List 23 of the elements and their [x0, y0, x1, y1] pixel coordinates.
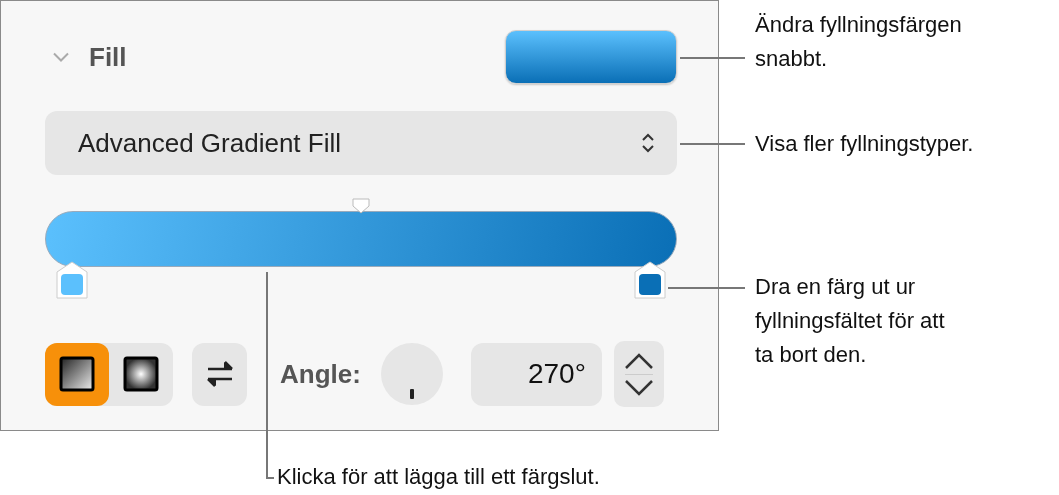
- color-well[interactable]: [505, 30, 677, 84]
- color-stop[interactable]: [54, 259, 90, 301]
- swap-button[interactable]: [192, 342, 247, 406]
- section-title: Fill: [89, 41, 127, 73]
- gradient-bar[interactable]: [45, 211, 677, 267]
- radial-gradient-icon: [123, 356, 159, 392]
- chevron-icon[interactable]: [53, 52, 69, 62]
- swap-arrows-icon: [204, 359, 235, 389]
- fill-type-popup[interactable]: Advanced Gradient Fill: [45, 111, 677, 175]
- angle-field[interactable]: 270°: [470, 342, 602, 406]
- linear-gradient-icon: [59, 356, 95, 392]
- angle-stepper[interactable]: [613, 341, 664, 407]
- color-stop[interactable]: [632, 259, 668, 301]
- callout-text: Klicka för att lägga till ett färgslut.: [277, 463, 601, 491]
- leader-line: [680, 143, 745, 145]
- callout-text: Ändra fyllningsfärgen snabbt.: [755, 11, 963, 73]
- callout-text: Dra en färg ut ur fyllningsfältet för att ta bort den.: [755, 273, 946, 369]
- midpoint-handle[interactable]: [352, 198, 370, 214]
- angle-label: Angle:: [280, 358, 361, 390]
- linear-gradient-button[interactable]: [45, 342, 109, 406]
- leader-line: [680, 57, 745, 59]
- updown-icon: [641, 132, 655, 154]
- callout-text: Visa fler fyllningstyper.: [755, 130, 975, 158]
